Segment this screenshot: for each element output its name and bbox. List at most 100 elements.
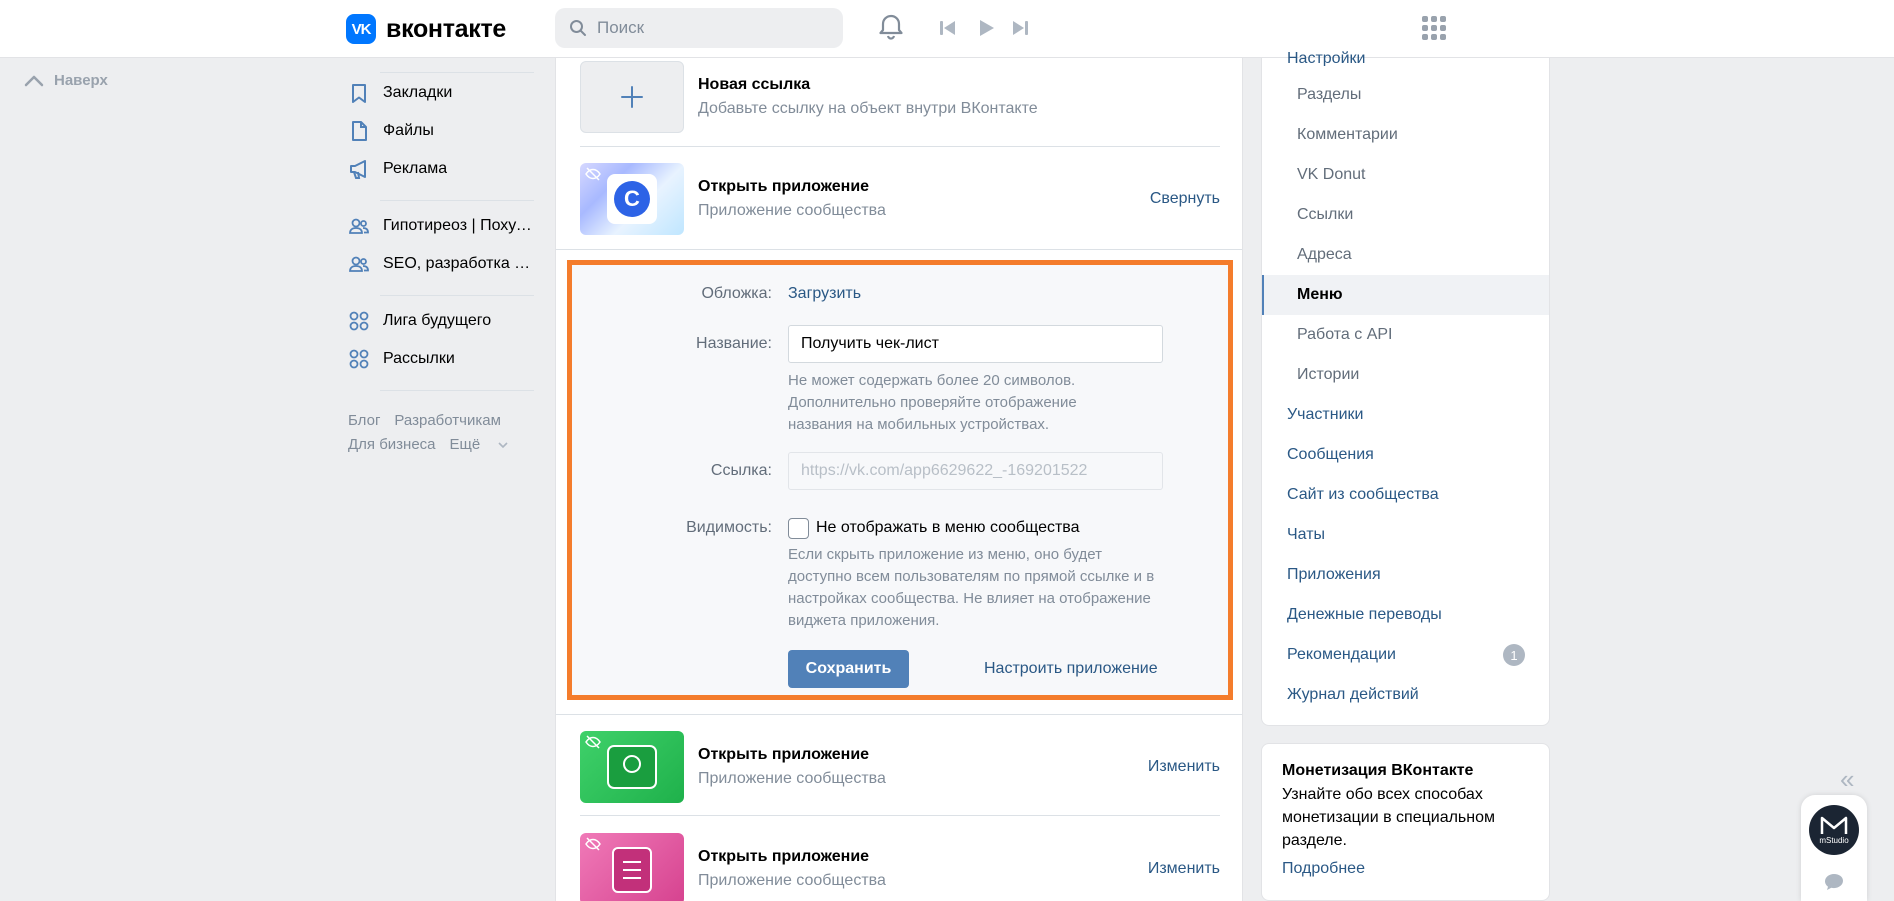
upload-cover-link[interactable]: Загрузить bbox=[788, 285, 861, 303]
nav-divider bbox=[380, 295, 534, 296]
save-button[interactable]: Сохранить bbox=[788, 650, 909, 688]
previous-track-icon[interactable] bbox=[938, 18, 958, 38]
vk-logo-text: вконтакте bbox=[386, 14, 507, 43]
menu-editor-panel: Новая ссылка Добавьте ссылку на объект в… bbox=[555, 58, 1243, 901]
edit-link[interactable]: Изменить bbox=[1148, 860, 1220, 878]
chevron-up-icon bbox=[24, 75, 44, 86]
menu-item-messages[interactable]: Сообщения bbox=[1262, 435, 1549, 475]
nav-item-bookmarks[interactable]: Закладки bbox=[348, 74, 534, 112]
megaphone-icon bbox=[350, 160, 366, 179]
nav-divider bbox=[380, 72, 534, 73]
app-subtitle: Приложение сообщества bbox=[698, 770, 886, 787]
app-row: Открыть приложение Приложение сообщества… bbox=[580, 833, 1220, 901]
collapse-link[interactable]: Свернуть bbox=[1150, 190, 1220, 208]
configure-app-link[interactable]: Настроить приложение bbox=[984, 660, 1158, 678]
search-input[interactable] bbox=[597, 18, 817, 38]
app-subtitle: Приложение сообщества bbox=[698, 202, 886, 219]
avatar[interactable]: mStudio bbox=[1809, 805, 1859, 855]
next-track-icon[interactable] bbox=[1010, 18, 1030, 38]
visibility-hint: Если скрыть приложение из меню, оно буде… bbox=[788, 546, 1155, 629]
footer-link-business[interactable]: Для бизнеса bbox=[348, 436, 436, 453]
row-divider bbox=[556, 714, 1242, 715]
plus-icon bbox=[621, 86, 643, 108]
app-logo: C bbox=[607, 174, 657, 224]
settings-menu-item[interactable]: Настройки bbox=[1287, 50, 1365, 66]
visibility-label: Видимость: bbox=[686, 519, 772, 536]
row-divider bbox=[556, 249, 1242, 250]
menu-item-community-site[interactable]: Сайт из сообщества bbox=[1262, 475, 1549, 515]
footer-more-dropdown[interactable]: Ещё bbox=[450, 436, 509, 453]
vk-logo-icon: VK bbox=[346, 14, 376, 44]
nav-item-ads[interactable]: Реклама bbox=[348, 150, 534, 188]
community-settings-menu: Настройки Разделы Комментарии VK Donut С… bbox=[1261, 50, 1550, 726]
bookmark-icon bbox=[352, 84, 366, 103]
search-icon bbox=[570, 20, 586, 36]
app-thumbnail: C bbox=[580, 163, 684, 235]
nav-item-label: Закладки bbox=[383, 84, 453, 101]
row-divider bbox=[580, 815, 1220, 816]
nav-item-mailings[interactable]: Рассылки bbox=[348, 340, 534, 378]
menu-item-members[interactable]: Участники bbox=[1262, 395, 1549, 435]
nav-item-league-future[interactable]: Лига будущего bbox=[348, 302, 534, 340]
menu-item-api[interactable]: Работа с API bbox=[1262, 315, 1549, 355]
menu-item-vk-donut[interactable]: VK Donut bbox=[1262, 155, 1549, 195]
back-to-top-link[interactable]: Наверх bbox=[24, 72, 108, 89]
menu-item-recommendations-label: Рекомендации bbox=[1287, 646, 1396, 663]
menu-item-stories[interactable]: Истории bbox=[1262, 355, 1549, 395]
nav-item-community-hypothyroid[interactable]: Гипотиреоз | Похудение bbox=[348, 207, 534, 245]
search-box[interactable] bbox=[555, 8, 843, 48]
nav-divider bbox=[380, 200, 534, 201]
hide-from-menu-label[interactable]: Не отображать в меню сообщества bbox=[816, 519, 1080, 537]
top-bar: VK вконтакте bbox=[0, 0, 1894, 58]
app-name-input[interactable] bbox=[788, 325, 1163, 363]
footer-link-developers[interactable]: Разработчикам bbox=[394, 412, 500, 429]
add-link-thumb[interactable] bbox=[580, 61, 684, 133]
avatar-text: mStudio bbox=[1819, 835, 1849, 845]
menu-item-addresses[interactable]: Адреса bbox=[1262, 235, 1549, 275]
menu-item-comments[interactable]: Комментарии bbox=[1262, 115, 1549, 155]
menu-item-chats[interactable]: Чаты bbox=[1262, 515, 1549, 555]
nav-item-label: SEO, разработка сайтов bbox=[383, 255, 533, 272]
chevron-down-icon bbox=[498, 442, 508, 449]
edit-link[interactable]: Изменить bbox=[1148, 758, 1220, 776]
notifications-bell-icon[interactable] bbox=[876, 12, 906, 42]
app-subtitle: Приложение сообщества bbox=[698, 872, 886, 889]
promo-more-link[interactable]: Подробнее bbox=[1282, 860, 1529, 878]
menu-item-recommendations[interactable]: Рекомендации 1 bbox=[1262, 635, 1549, 675]
chat-bubble-icon[interactable] bbox=[1824, 873, 1844, 891]
cover-label: Обложка: bbox=[701, 285, 772, 302]
menu-item-action-log[interactable]: Журнал действий bbox=[1262, 675, 1549, 715]
apps-icon bbox=[349, 349, 369, 369]
nav-divider bbox=[380, 390, 534, 391]
app-row: Открыть приложение Приложение сообщества… bbox=[580, 731, 1220, 803]
nav-item-community-seo[interactable]: SEO, разработка сайтов bbox=[348, 245, 534, 283]
menu-item-links[interactable]: Ссылки bbox=[1262, 195, 1549, 235]
clipboard-icon bbox=[612, 847, 652, 893]
footer-more-label: Ещё bbox=[449, 436, 481, 453]
nav-item-label: Рассылки bbox=[383, 350, 455, 367]
menu-item-menu-active[interactable]: Меню bbox=[1262, 275, 1549, 315]
nav-item-label: Файлы bbox=[383, 122, 434, 139]
services-grid-icon[interactable] bbox=[1420, 14, 1448, 42]
new-link-subtitle: Добавьте ссылку на объект внутри ВКонтак… bbox=[698, 100, 1038, 117]
hidden-eye-icon bbox=[585, 735, 601, 749]
app-logo bbox=[607, 745, 657, 789]
row-divider bbox=[580, 146, 1220, 147]
double-chevron-left-icon[interactable]: « bbox=[1840, 764, 1854, 795]
vk-logo[interactable]: VK вконтакте bbox=[346, 14, 506, 44]
nav-item-files[interactable]: Файлы bbox=[348, 112, 534, 150]
app-row: C Открыть приложение Приложение сообщест… bbox=[580, 163, 1220, 235]
play-icon[interactable] bbox=[976, 18, 996, 38]
footer-link-blog[interactable]: Блог bbox=[348, 412, 380, 429]
chat-widget[interactable]: mStudio bbox=[1801, 795, 1867, 901]
menu-item-sections[interactable]: Разделы bbox=[1262, 75, 1549, 115]
menu-item-apps[interactable]: Приложения bbox=[1262, 555, 1549, 595]
monetization-promo-card: Монетизация ВКонтакте Узнайте обо всех с… bbox=[1261, 743, 1550, 901]
hide-from-menu-checkbox[interactable] bbox=[788, 518, 809, 539]
apps-icon bbox=[349, 311, 369, 331]
app-thumbnail bbox=[580, 833, 684, 901]
app-edit-form: Обложка: Загрузить Название: Не может со… bbox=[567, 260, 1233, 700]
new-link-row[interactable]: Новая ссылка Добавьте ссылку на объект в… bbox=[580, 61, 1220, 133]
menu-item-money-transfers[interactable]: Денежные переводы bbox=[1262, 595, 1549, 635]
new-link-title: Новая ссылка bbox=[698, 76, 811, 93]
